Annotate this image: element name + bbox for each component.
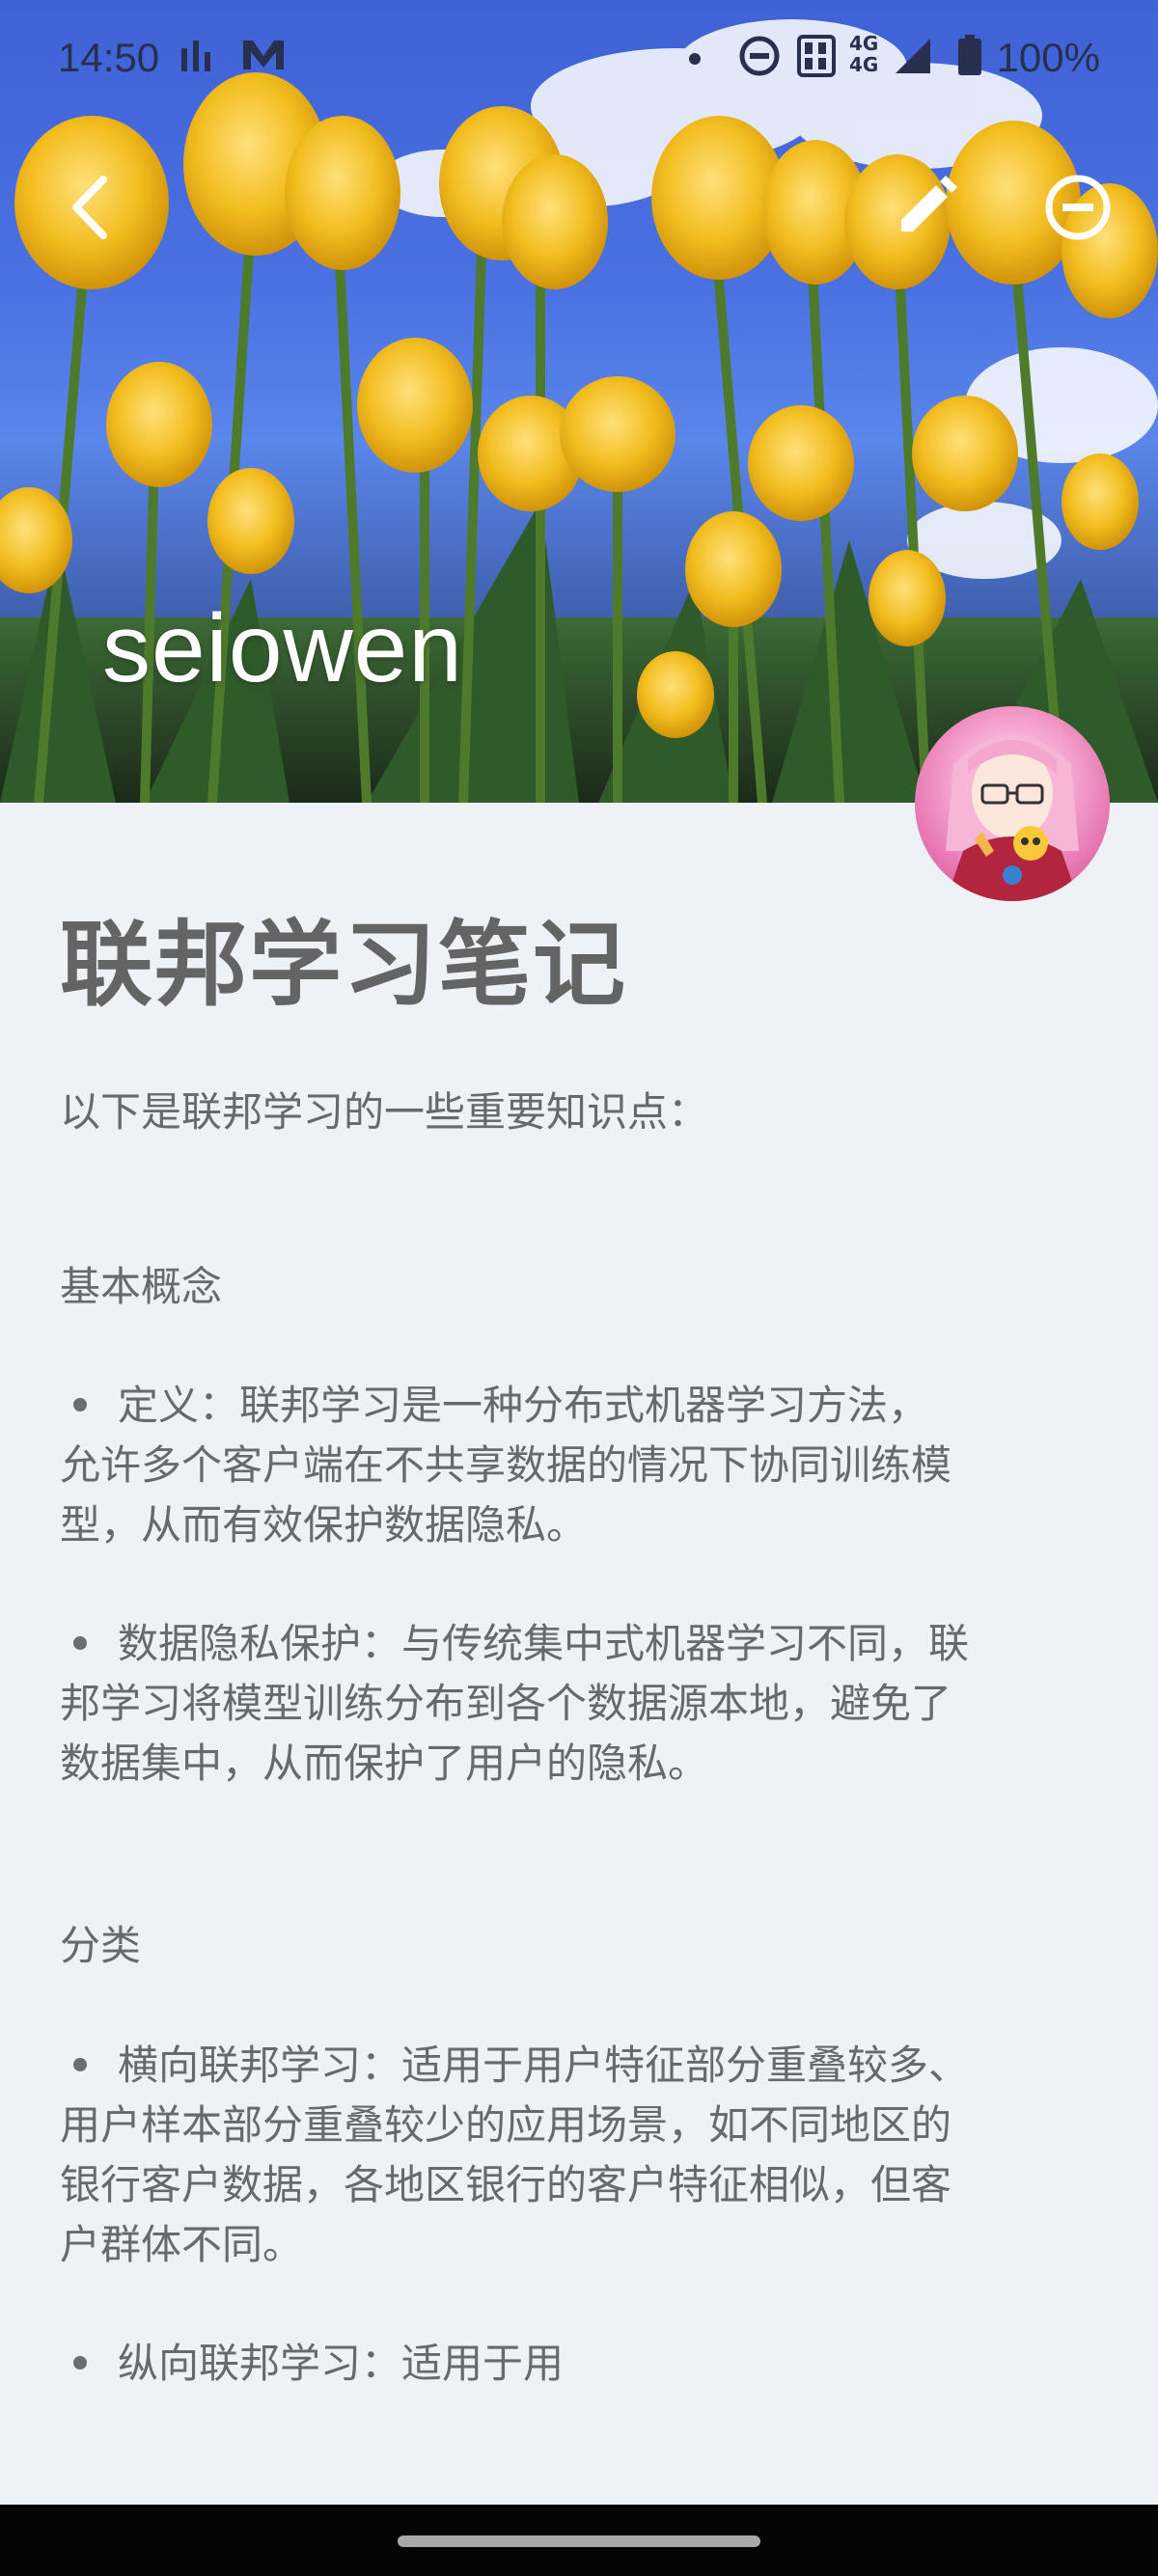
bullet-icon xyxy=(73,1635,87,1650)
back-button[interactable] xyxy=(50,166,133,249)
anime-avatar-icon xyxy=(946,735,1079,901)
signal-bars-icon xyxy=(179,35,214,79)
home-gesture-handle[interactable] xyxy=(398,2535,760,2547)
back-arrow-icon xyxy=(72,176,107,239)
list-item-text-line: 数据隐私保护：与传统集中式机器学习不同，联 xyxy=(118,1620,970,1667)
list-item-text-line: 横向联邦学习：适用于用户特征部分重叠较多、 xyxy=(118,2042,970,2089)
remove-button[interactable] xyxy=(1036,166,1119,249)
author-avatar[interactable] xyxy=(915,706,1110,901)
minus-circle-icon xyxy=(1045,175,1111,240)
edit-button[interactable] xyxy=(884,166,967,249)
author-name: seiowen xyxy=(102,594,463,702)
system-navigation-bar xyxy=(0,2505,1158,2576)
list-item-text-line: 允许多个客户端在不共享数据的情况下协同训练模 xyxy=(60,1441,952,1489)
do-not-disturb-icon xyxy=(738,35,781,81)
list-item-text-line: 纵向联邦学习：适用于用 xyxy=(118,2340,565,2387)
bullet-icon xyxy=(73,2355,87,2370)
bullet-icon xyxy=(73,1397,87,1411)
list-item-text-line: 户群体不同。 xyxy=(60,2221,304,2268)
hd-icon xyxy=(797,35,836,81)
dot-icon xyxy=(689,50,701,69)
section-heading-classification: 分类 xyxy=(60,1922,142,1969)
section-heading-basic-concepts: 基本概念 xyxy=(60,1263,223,1310)
header-cover-image: 14:50 4G 4G 100% seiowen xyxy=(0,0,1158,803)
list-item-text-line: 数据集中，从而保护了用户的隐私。 xyxy=(60,1740,709,1787)
list-item-text-line: 定义：联邦学习是一种分布式机器学习方法， xyxy=(118,1382,929,1429)
4g-label-bottom: 4G xyxy=(849,53,879,76)
status-time: 14:50 xyxy=(58,35,160,80)
list-item-text-line: 邦学习将模型训练分布到各个数据源本地，避免了 xyxy=(60,1680,952,1727)
mail-m-icon xyxy=(239,35,288,79)
bullet-icon xyxy=(73,2057,87,2071)
article-title: 联邦学习笔记 xyxy=(60,911,627,1019)
battery-percent: 100% xyxy=(996,35,1100,80)
status-bar: 14:50 4G 4G 100% xyxy=(0,0,1158,116)
intro-text: 以下是联邦学习的一些重要知识点： xyxy=(60,1088,709,1136)
4g-label-top: 4G xyxy=(849,32,879,55)
4g-icon: 4G 4G xyxy=(849,33,878,75)
list-item-text-line: 型，从而有效保护数据隐私。 xyxy=(60,1501,588,1548)
list-item-text-line: 银行客户数据，各地区银行的客户特征相似，但客 xyxy=(60,2161,952,2208)
cell-signal-icon xyxy=(892,35,934,81)
pencil-icon xyxy=(901,176,957,232)
battery-icon xyxy=(957,35,982,81)
list-item-text-line: 用户样本部分重叠较少的应用场景，如不同地区的 xyxy=(60,2101,952,2149)
